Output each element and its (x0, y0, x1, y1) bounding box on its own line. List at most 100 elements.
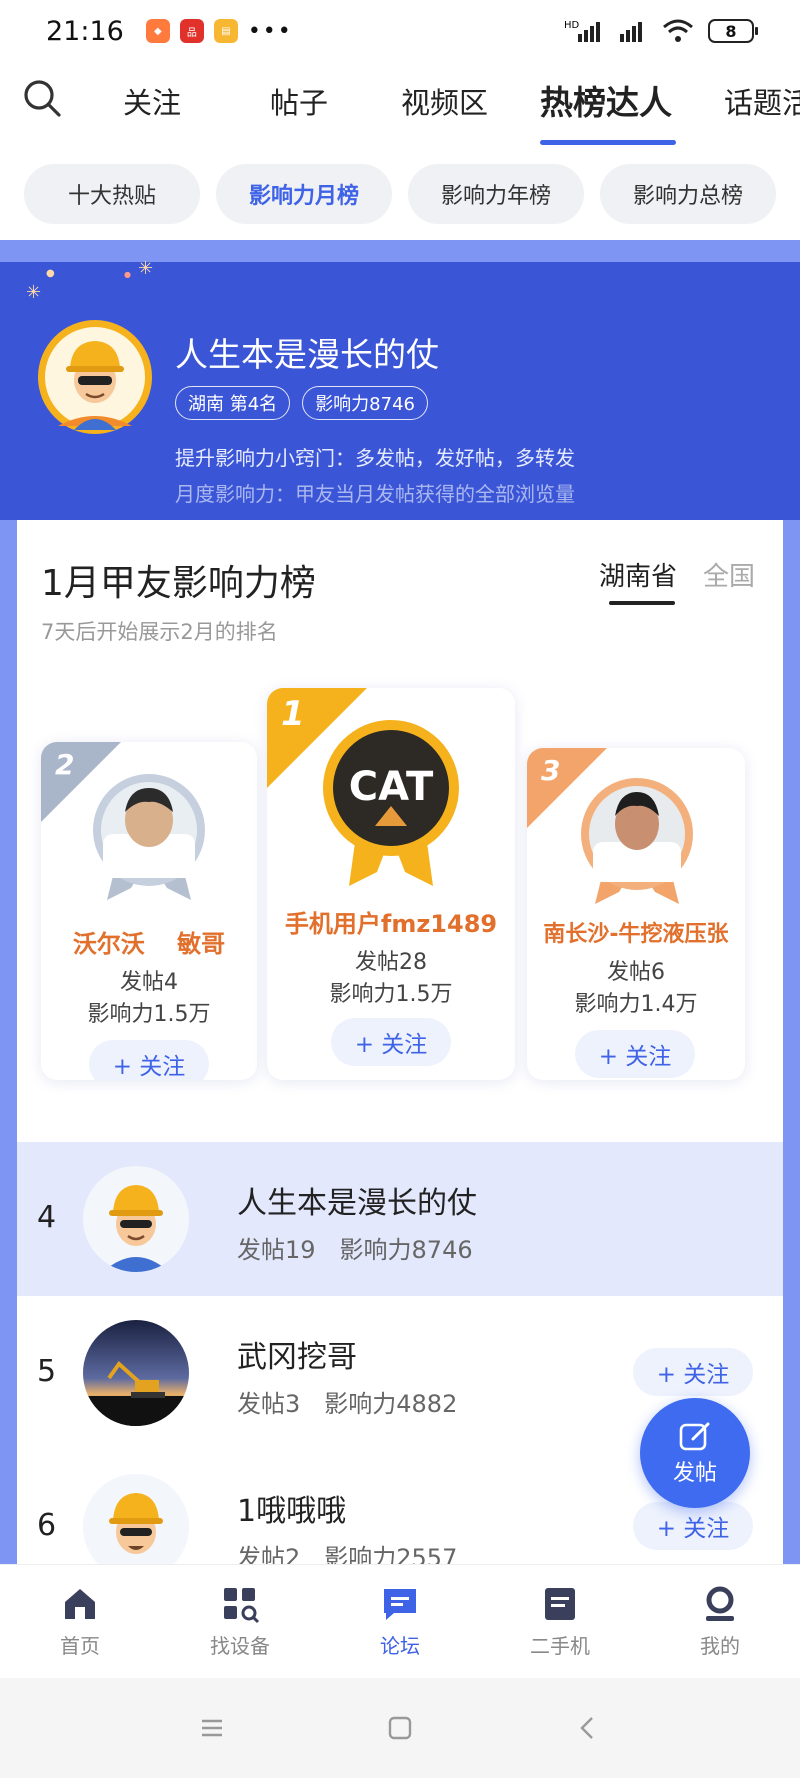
gold-medal-avatar: CAT (323, 720, 459, 886)
nav-used-machines[interactable]: 二手机 (480, 1565, 640, 1678)
nav-find-equipment[interactable]: 找设备 (160, 1565, 320, 1678)
row-username: 武冈挖哥 (237, 1340, 357, 1375)
follow-button[interactable]: + 关注 (89, 1040, 209, 1080)
document-icon (545, 1588, 575, 1620)
battery-level: 8 (725, 21, 737, 41)
cat-logo-text: CAT (349, 764, 434, 810)
tab-topics[interactable]: 话题活 (724, 80, 800, 122)
sparkle-icon: ● (46, 268, 55, 279)
podium-username: 南长沙-牛挖液压张 (543, 922, 729, 947)
influence-tip: 提升影响力小窍门：多发帖，发好帖，多转发 (175, 446, 575, 470)
user-icon (706, 1586, 734, 1621)
status-app-icons: ◆ 品 ▤ ••• (145, 18, 293, 44)
new-post-fab[interactable]: 发帖 (640, 1398, 750, 1508)
more-notifications-icon: ••• (247, 18, 293, 44)
row-stats: 发帖19 影响力8746 (237, 1236, 473, 1264)
follow-button[interactable]: + 关注 (331, 1018, 451, 1066)
home-square-icon[interactable] (386, 1714, 414, 1742)
podium-card-3[interactable]: 3 南长沙-牛挖液压张 发帖6 影响力1.4万 + 关注 (527, 748, 745, 1080)
podium-card-1[interactable]: 1 CAT 手机用户fmz1489 发帖28 影响力1.5万 + 关注 (267, 688, 515, 1080)
tab-hot-experts[interactable]: 热榜达人 (540, 76, 672, 124)
row-stats: 发帖2 影响力2557 (237, 1544, 458, 1564)
battery-icon: 8 (708, 19, 758, 43)
nav-label: 找设备 (210, 1634, 270, 1658)
region-tab-national[interactable]: 全国 (703, 556, 755, 593)
sparkle-icon: ✳ (26, 282, 42, 303)
status-indicators: HD 8 (564, 18, 758, 44)
active-tab-indicator (540, 140, 676, 145)
podium-username: 沃尔沃 敏哥 (72, 930, 226, 958)
sparkle-icon: ✳ (138, 258, 154, 279)
nav-label: 论坛 (380, 1634, 420, 1658)
my-ranking-hero: ✳ ● ✳ ● 人生本是漫长的仗 湖南 第4名 影响力8746 提升影响力小窍门… (0, 258, 800, 520)
chat-icon (384, 1589, 416, 1620)
worker-avatar-icon (38, 320, 152, 434)
tab-posts[interactable]: 帖子 (270, 80, 328, 122)
podium-rank-number: 1 (281, 694, 305, 734)
grid-search-icon (224, 1588, 260, 1624)
tab-videos[interactable]: 视频区 (401, 80, 488, 122)
region-rank-badge: 湖南 第4名 (175, 386, 291, 420)
row-rank: 4 (37, 1200, 57, 1235)
row-stats: 发帖3 影响力4882 (237, 1390, 458, 1418)
status-time: 21:16 (46, 15, 124, 47)
excavator-photo-avatar (83, 1320, 189, 1426)
avatar[interactable] (83, 1474, 189, 1564)
region-tabs: 湖南省 全国 (599, 556, 755, 605)
row-rank: 5 (37, 1354, 57, 1389)
status-bar: 21:16 ◆ 品 ▤ ••• HD 8 (0, 0, 800, 62)
hero-avatar[interactable] (36, 318, 154, 436)
hero-badges: 湖南 第4名 影响力8746 (175, 386, 428, 420)
follow-button[interactable]: + 关注 (633, 1502, 753, 1550)
ranking-title: 1月甲友影响力榜 (41, 563, 316, 604)
follow-button[interactable]: + 关注 (633, 1348, 753, 1396)
follow-button[interactable]: + 关注 (575, 1030, 695, 1078)
row-username: 人生本是漫长的仗 (237, 1186, 477, 1221)
list-item-self[interactable]: 4 人生本是漫长的仗 发帖19 影响力8746 (17, 1142, 783, 1296)
podium-influence: 影响力1.5万 (87, 1002, 211, 1027)
podium-username: 手机用户fmz1489 (284, 910, 498, 938)
signal-icon (620, 22, 642, 42)
nav-home[interactable]: 首页 (0, 1565, 160, 1678)
signal-icon: HD (564, 20, 600, 42)
worker-avatar-icon (83, 1166, 189, 1272)
avatar[interactable] (83, 1166, 189, 1272)
back-icon[interactable] (574, 1714, 602, 1742)
ranking-type-tabs: 十大热贴 影响力月榜 影响力年榜 影响力总榜 (24, 164, 776, 224)
row-username: 1哦哦哦 (237, 1494, 347, 1529)
influence-badge: 影响力8746 (302, 386, 428, 420)
nav-label: 二手机 (530, 1634, 590, 1658)
fab-label: 发帖 (672, 1461, 717, 1486)
podium-posts: 发帖6 (607, 960, 665, 985)
hero-username: 人生本是漫长的仗 (175, 335, 439, 374)
nav-me[interactable]: 我的 (640, 1565, 800, 1678)
podium-posts: 发帖4 (120, 970, 178, 995)
silver-medal-avatar (93, 774, 205, 900)
edit-icon (679, 1422, 710, 1451)
tab-follow[interactable]: 关注 (123, 80, 181, 122)
pill-yearly-influence[interactable]: 影响力年榜 (408, 164, 584, 224)
podium-rank-number: 3 (541, 754, 561, 787)
nav-label: 我的 (700, 1634, 740, 1658)
bottom-nav: 首页 找设备 论坛 二手机 我的 (0, 1564, 800, 1678)
pill-monthly-influence[interactable]: 影响力月榜 (216, 164, 392, 224)
row-rank: 6 (37, 1508, 57, 1543)
pill-total-influence[interactable]: 影响力总榜 (600, 164, 776, 224)
podium-posts: 发帖28 (355, 950, 427, 975)
podium-card-2[interactable]: 2 沃尔沃 敏哥 发帖4 影响力1.5万 + 关注 (41, 742, 257, 1080)
notification-app-icon: ▤ (213, 19, 238, 43)
podium-influence: 影响力1.4万 (574, 992, 698, 1017)
system-nav-bar (0, 1678, 800, 1778)
avatar[interactable] (83, 1320, 189, 1426)
nav-forum[interactable]: 论坛 (320, 1565, 480, 1678)
notification-app-icon: 品 (179, 19, 204, 43)
top-tab-bar: 关注 帖子 视频区 热榜达人 话题活 (0, 66, 800, 150)
search-icon[interactable] (22, 78, 62, 118)
svg-text:HD: HD (564, 20, 580, 31)
wifi-icon (663, 19, 693, 42)
menu-icon[interactable] (198, 1714, 226, 1742)
pill-top10-posts[interactable]: 十大热贴 (24, 164, 200, 224)
region-tab-hunan[interactable]: 湖南省 (599, 556, 677, 605)
sparkle-icon: ● (124, 270, 131, 279)
podium-influence: 影响力1.5万 (329, 982, 453, 1007)
